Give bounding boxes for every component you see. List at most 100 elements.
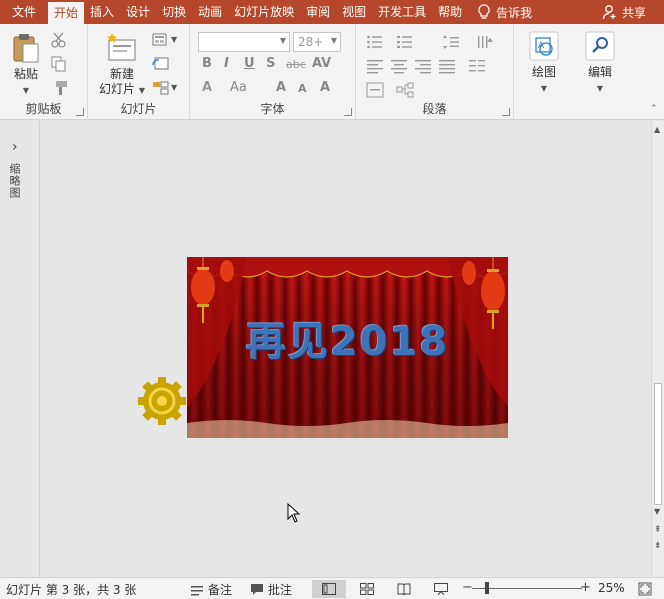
shadow-icon[interactable]: S: [266, 56, 275, 71]
normal-view-button[interactable]: [312, 580, 346, 598]
tab-transitions[interactable]: 切换: [156, 0, 192, 24]
tab-developer[interactable]: 开发工具: [372, 0, 432, 24]
paste-label: 粘贴: [13, 67, 38, 81]
tab-help[interactable]: 帮助: [432, 0, 468, 24]
comments-icon: [251, 584, 263, 595]
tab-home[interactable]: 开始: [48, 2, 85, 24]
align-left-icon[interactable]: [366, 58, 384, 74]
new-slide-label-1: 新建: [109, 67, 134, 81]
reading-view-button[interactable]: [387, 580, 421, 598]
tab-review[interactable]: 审阅: [300, 0, 336, 24]
font-size-combo[interactable]: 28+ ▼: [293, 32, 341, 52]
chevron-down-icon[interactable]: ▼: [597, 84, 603, 93]
zoom-slider-thumb[interactable]: [485, 582, 489, 594]
section-dropdown[interactable]: ▼: [171, 83, 177, 92]
shrink-font-icon[interactable]: A: [298, 82, 307, 95]
slide-canvas[interactable]: 再见2018: [41, 121, 651, 576]
status-bar: 幻灯片 第 3 张，共 3 张 备注 批注 − + 25%: [0, 577, 664, 599]
font-group-label: 字体: [260, 102, 285, 116]
slides-group: 新建 幻灯片 ▼ ▼ ▼ 幻灯片: [88, 24, 190, 120]
slide-title[interactable]: 再见2018: [187, 319, 508, 365]
reading-view-icon: [397, 583, 411, 595]
tab-view[interactable]: 视图: [336, 0, 372, 24]
cut-icon[interactable]: [50, 32, 68, 48]
strikethrough-icon[interactable]: abc: [286, 58, 306, 71]
drawing-button[interactable]: A 绘图 ▼: [522, 30, 566, 94]
previous-slide-icon[interactable]: ⇞: [654, 525, 662, 535]
editing-button[interactable]: 编辑 ▼: [580, 30, 620, 94]
tab-file[interactable]: 文件: [0, 0, 48, 24]
clipboard-launcher[interactable]: [76, 108, 84, 116]
align-right-icon[interactable]: [414, 58, 432, 74]
chevron-right-icon[interactable]: ›: [12, 139, 18, 155]
thumbnail-pane-label: 缩略图: [8, 163, 21, 199]
ribbon-tab-bar: 文件 开始 插入 设计 切换 动画 幻灯片放映 审阅 视图 开发工具 帮助 告诉…: [0, 0, 664, 24]
font-name-combo[interactable]: ▼: [198, 32, 290, 52]
chevron-down-icon[interactable]: ▼: [541, 84, 547, 93]
scrollbar-thumb[interactable]: [654, 383, 662, 505]
next-slide-icon[interactable]: ⇟: [654, 541, 662, 551]
slideshow-button[interactable]: [424, 580, 458, 598]
tab-insert[interactable]: 插入: [84, 0, 120, 24]
new-slide-button[interactable]: 新建 幻灯片 ▼: [96, 32, 148, 98]
format-painter-icon[interactable]: [50, 80, 68, 96]
paragraph-group-label: 段落: [422, 102, 447, 116]
zoom-in-icon[interactable]: +: [580, 580, 591, 595]
scroll-up-icon[interactable]: ▲: [654, 125, 660, 134]
slide-counter: 幻灯片 第 3 张，共 3 张: [6, 583, 137, 597]
fit-window-icon[interactable]: [638, 582, 652, 596]
gear-icon[interactable]: [136, 375, 188, 427]
bullets-icon[interactable]: [366, 34, 384, 50]
slide[interactable]: 再见2018: [187, 257, 508, 438]
tab-design[interactable]: 设计: [120, 0, 156, 24]
italic-icon[interactable]: I: [224, 56, 229, 71]
align-text-icon[interactable]: [366, 82, 384, 98]
reset-icon[interactable]: [152, 56, 170, 72]
notes-button[interactable]: 备注: [190, 581, 232, 598]
chevron-down-icon: ▼: [330, 36, 337, 45]
align-center-icon[interactable]: [390, 58, 408, 74]
layout-dropdown[interactable]: ▼: [171, 35, 177, 44]
columns-icon[interactable]: [468, 58, 486, 74]
thumbnail-pane-collapsed[interactable]: › 缩略图: [0, 121, 40, 576]
chevron-down-icon: ▼: [279, 36, 286, 45]
collapse-ribbon-icon[interactable]: ⌃: [650, 104, 658, 114]
section-icon[interactable]: [152, 80, 170, 96]
change-case-icon[interactable]: Aa: [230, 80, 247, 95]
comments-button[interactable]: 批注: [250, 581, 292, 598]
text-direction-icon[interactable]: [476, 34, 494, 50]
tab-slideshow[interactable]: 幻灯片放映: [228, 0, 300, 24]
font-group: ▼ 28+ ▼ B I U S abc AV A Aa A A A 字体: [190, 24, 356, 120]
editing-label: 编辑: [587, 65, 612, 79]
comments-label: 批注: [268, 583, 293, 597]
clear-format-icon[interactable]: A: [320, 80, 330, 95]
font-launcher[interactable]: [344, 108, 352, 116]
slides-group-label: 幻灯片: [120, 102, 157, 116]
vertical-scrollbar[interactable]: ▲ ▼ ⇞ ⇟: [651, 121, 664, 576]
font-color-icon[interactable]: A: [202, 80, 212, 95]
underline-icon[interactable]: U: [244, 56, 255, 71]
share-label: 共享: [621, 5, 646, 20]
layout-icon[interactable]: [152, 32, 170, 48]
chevron-down-icon[interactable]: ▼: [23, 86, 29, 95]
justify-icon[interactable]: [438, 58, 456, 74]
bold-icon[interactable]: B: [202, 56, 212, 71]
new-slide-label-2: 幻灯片 ▼: [99, 82, 145, 96]
scroll-down-icon[interactable]: ▼: [654, 507, 660, 516]
char-spacing-icon[interactable]: AV: [312, 56, 331, 71]
numbering-icon[interactable]: [396, 34, 414, 50]
tell-me-box[interactable]: 告诉我: [478, 4, 532, 21]
paragraph-launcher[interactable]: [502, 108, 510, 116]
smartart-icon[interactable]: [396, 82, 414, 98]
paragraph-group: 段落: [356, 24, 514, 120]
copy-icon[interactable]: [50, 56, 68, 72]
paste-icon: [13, 34, 39, 63]
slide-sorter-button[interactable]: [350, 580, 384, 598]
line-spacing-icon[interactable]: [442, 34, 460, 50]
zoom-level[interactable]: 25%: [598, 581, 625, 595]
tab-animations[interactable]: 动画: [192, 0, 228, 24]
share-button[interactable]: 共享: [602, 4, 646, 21]
clipboard-group: 粘贴 ▼ 剪贴板: [0, 24, 88, 120]
grow-font-icon[interactable]: A: [276, 80, 286, 95]
paste-button[interactable]: 粘贴 ▼: [8, 32, 44, 96]
